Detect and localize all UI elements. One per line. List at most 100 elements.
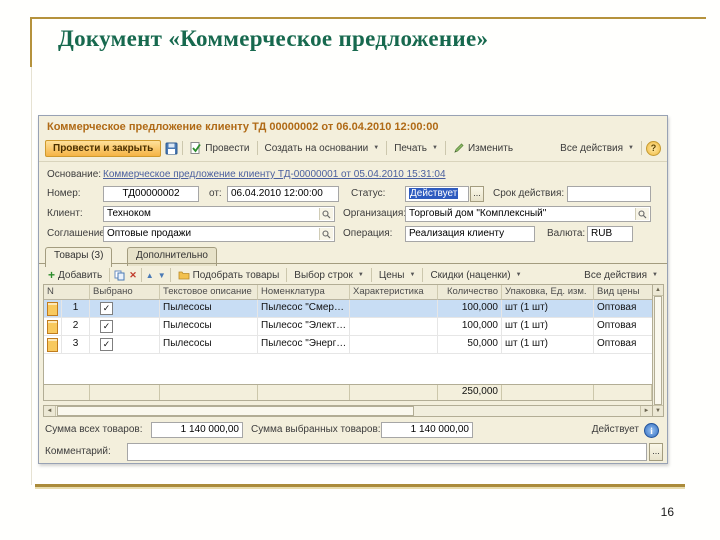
chevron-down-icon: ▼ [409,272,416,278]
comment-label: Комментарий: [45,446,111,457]
col-header-selected[interactable]: Выбрано [90,285,160,300]
chevron-down-icon: ▼ [652,272,658,278]
help-icon[interactable]: ? [646,140,661,156]
total-cell [90,385,160,400]
date-input[interactable]: 06.04.2010 12:00:00 [227,186,339,202]
table-all-actions-label: Все действия [584,269,648,281]
col-header-n[interactable]: N [44,285,90,300]
basis-document-link[interactable]: Коммерческое предложение клиенту ТД-0000… [103,167,446,183]
number-input[interactable]: ТД00000002 [103,186,199,202]
cell-nomenclature: Пылесос "Элект… [258,318,350,335]
move-down-icon[interactable]: ▼ [158,271,166,280]
scroll-left-icon[interactable]: ◄ [44,406,56,416]
footer-status-text: Действует [591,424,639,435]
post-and-close-button[interactable]: Провести и закрыть [45,139,162,157]
prices-button[interactable]: Цены ▼ [376,269,419,282]
scroll-up-icon[interactable]: ▲ [653,285,663,296]
table-row[interactable]: 2 ✓ Пылесосы Пылесос "Элект… 100,000 шт … [44,318,652,336]
magnifier-icon[interactable] [319,228,333,240]
sum-selected-input[interactable]: 1 140 000,00 [381,422,473,438]
toolbar-separator [182,141,184,155]
discounts-button[interactable]: Скидки (наценки) ▼ [427,269,524,282]
validity-input[interactable] [567,186,651,202]
agreement-input[interactable]: Оптовые продажи [103,226,335,242]
print-button-label: Печать [394,142,427,154]
cell-n: 3 [62,336,90,353]
toolbar-separator [140,268,142,282]
toolbar-separator [422,268,424,282]
add-row-button[interactable]: + Добавить [45,269,105,282]
create-on-basis-button[interactable]: Создать на основании ▼ [262,142,383,155]
organization-input[interactable]: Торговый дом "Комплексный" [405,206,651,222]
total-cell [160,385,258,400]
print-button[interactable]: Печать ▼ [391,142,441,155]
scroll-down-icon[interactable]: ▼ [653,405,663,416]
comment-choose-button[interactable]: ... [649,443,663,461]
pick-goods-button[interactable]: Подобрать товары [175,269,283,282]
row-checkbox[interactable]: ✓ [100,302,113,315]
all-actions-button[interactable]: Все действия ▼ [557,142,637,155]
goods-table: N Выбрано Текстовое описание Номенклатур… [43,284,653,401]
row-checkbox[interactable]: ✓ [100,338,113,351]
comment-input[interactable] [127,443,647,461]
vertical-scrollbar[interactable]: ▲ ▼ [652,284,664,417]
horizontal-scroll-thumb[interactable] [57,406,414,416]
client-input[interactable]: Техноком [103,206,335,222]
tab-goods[interactable]: Товары (3) [45,247,113,267]
currency-input[interactable]: RUB [587,226,633,242]
col-header-package[interactable]: Упаковка, Ед. изм. [502,285,594,300]
prices-label: Цены [378,269,405,281]
row-icon [44,300,62,317]
cell-package: шт (1 шт) [502,336,594,353]
document-row-icon [47,301,58,316]
document-window: Коммерческое предложение клиенту ТД 0000… [38,115,668,464]
edit-button[interactable]: Изменить [450,141,516,155]
sum-all-input[interactable]: 1 140 000,00 [151,422,243,438]
post-button[interactable]: Провести [187,141,252,155]
copy-row-icon[interactable] [114,270,125,281]
scroll-right-icon[interactable]: ► [640,406,652,416]
table-row[interactable]: 1 ✓ Пылесосы Пылесос "Смер… 100,000 шт (… [44,300,652,318]
horizontal-scrollbar[interactable]: ◄ ► [43,405,653,417]
col-header-nomenclature[interactable]: Номенклатура [258,285,350,300]
move-up-icon[interactable]: ▲ [146,271,154,280]
col-header-price-kind[interactable]: Вид цены [594,285,652,300]
col-header-characteristic[interactable]: Характеристика [350,285,438,300]
pick-goods-icon [178,270,190,280]
slide-left-faint-rule [31,67,32,485]
chevron-down-icon: ▼ [515,272,522,278]
row-select-button[interactable]: Выбор строк ▼ [291,269,367,282]
operation-label: Операция: [343,228,393,239]
magnifier-icon[interactable] [635,208,649,220]
validity-label: Срок действия: [493,188,565,199]
table-all-actions-button[interactable]: Все действия ▼ [581,269,661,282]
post-button-label: Провести [205,142,250,154]
row-icon [44,318,62,335]
status-input[interactable]: Действует [409,188,459,199]
col-header-quantity[interactable]: Количество [438,285,502,300]
row-icon [44,336,62,353]
vertical-scroll-thumb[interactable] [654,296,662,405]
document-title: Коммерческое предложение клиенту ТД 0000… [47,121,439,133]
row-checkbox[interactable]: ✓ [100,320,113,333]
operation-input[interactable]: Реализация клиенту [405,226,535,242]
organization-label: Организация: [343,208,407,219]
info-icon[interactable]: i [644,423,659,438]
cell-price-kind: Оптовая [597,338,637,349]
slide-left-rule [30,17,32,67]
magnifier-icon[interactable] [319,208,333,220]
tab-strip-line [39,263,667,264]
save-icon[interactable] [165,142,178,155]
table-row[interactable]: 3 ✓ Пылесосы Пылесос "Энерг… 50,000 шт (… [44,336,652,354]
toolbar-separator [286,268,288,282]
delete-row-icon[interactable]: ✕ [129,270,137,281]
cell-quantity: 50,000 [438,336,502,353]
discounts-label: Скидки (наценки) [430,269,511,281]
cell-characteristic [350,336,438,353]
col-header-text-desc[interactable]: Текстовое описание [160,285,258,300]
status-choose-button[interactable]: ... [470,186,484,202]
toolbar-separator [370,268,372,282]
date-label: от: [209,188,222,199]
agreement-value: Оптовые продажи [107,228,192,239]
cell-price-kind: Оптовая [597,302,637,313]
